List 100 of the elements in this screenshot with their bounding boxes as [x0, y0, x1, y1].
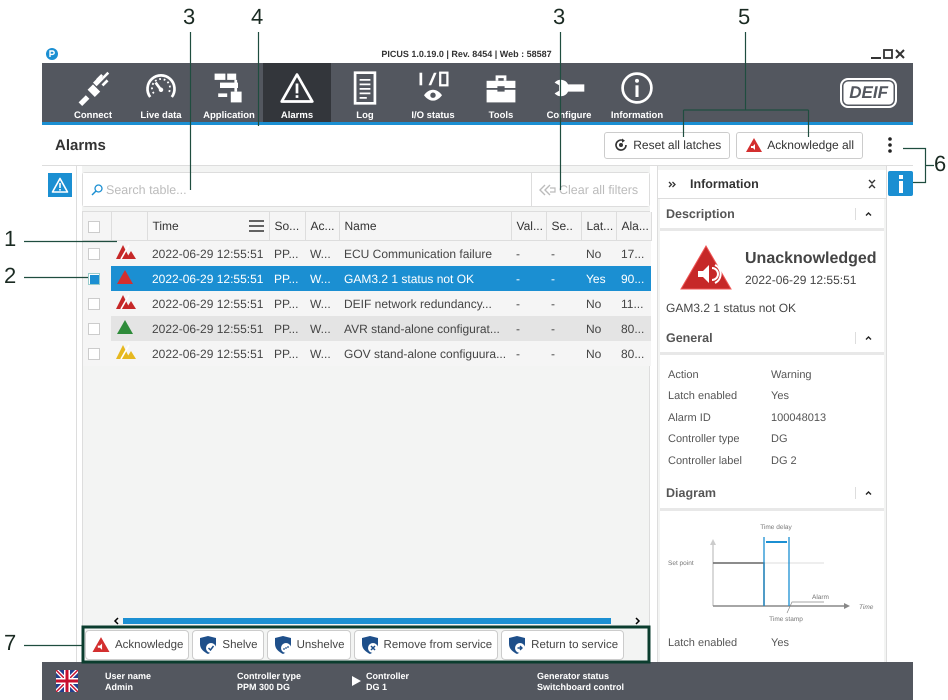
info-icon	[619, 70, 655, 106]
alarms-filter-button[interactable]	[48, 173, 72, 197]
caret-icon[interactable]	[855, 332, 872, 344]
section-title: Diagram	[666, 486, 718, 500]
reset-icon	[613, 137, 630, 153]
action-button[interactable]: Remove from service	[354, 630, 498, 660]
table-cell: PP...	[269, 266, 305, 291]
status-label: Controller type	[237, 670, 302, 680]
info-button[interactable]	[888, 171, 913, 196]
callout-number: 2	[4, 263, 16, 289]
table-cell: PP...	[269, 316, 305, 341]
table-cell: 2022-06-29 12:55:51	[147, 291, 269, 316]
status-label: Generator status	[537, 670, 610, 680]
column-header[interactable]: Lat...	[586, 219, 614, 233]
action-button[interactable]: Shelve	[192, 630, 264, 660]
nav-tab[interactable]: Information	[603, 63, 671, 122]
warning-icon	[51, 177, 69, 193]
property-label: Controller type	[668, 433, 741, 446]
nav-tab[interactable]: Connect	[59, 63, 127, 122]
column-header[interactable]: Ala...	[622, 219, 649, 233]
callout-number: 5	[738, 4, 750, 30]
scroll-left-icon[interactable]	[113, 617, 119, 625]
row-checkbox[interactable]	[88, 273, 100, 286]
action-button[interactable]: Return to service	[501, 630, 624, 660]
leader-line	[24, 276, 88, 278]
close-icon[interactable]	[895, 49, 905, 59]
column-header[interactable]: Ac...	[310, 219, 335, 233]
more-options-icon[interactable]	[888, 137, 892, 153]
status-value: Admin	[105, 682, 134, 692]
table-cell: No	[581, 291, 616, 316]
nav-tab[interactable]: Alarms	[263, 63, 331, 122]
table-cell: -	[511, 266, 546, 291]
row-checkbox[interactable]	[88, 298, 100, 310]
uk-flag-icon[interactable]	[56, 670, 78, 692]
property-label: Latch enabled	[668, 637, 738, 650]
property-value: Warning	[771, 368, 812, 381]
property-value: 100048013	[771, 412, 826, 424]
property-value: DG 2	[771, 454, 797, 467]
shield-cross-icon	[360, 634, 380, 654]
alarm-description: GAM3.2 1 status not OK	[666, 301, 798, 315]
info-icon	[896, 174, 904, 192]
shield-check-icon	[198, 634, 218, 654]
table-cell: -	[546, 316, 581, 341]
action-button[interactable]: Acknowledge	[85, 630, 190, 660]
table-cell: -	[546, 291, 581, 316]
caret-icon[interactable]	[855, 208, 872, 220]
nav-tab[interactable]: Tools	[467, 63, 535, 122]
status-label: User name	[105, 670, 152, 680]
leader-line	[902, 148, 935, 184]
table-cell: W...	[305, 316, 339, 341]
alarm-speaker-icon	[745, 137, 764, 153]
table-cell: 11...	[616, 291, 651, 316]
row-checkbox[interactable]	[88, 323, 100, 336]
nav-tab[interactable]: Live data	[127, 63, 195, 122]
status-value: Switchboard control	[537, 682, 624, 692]
table-cell: 80...	[616, 316, 651, 341]
maximize-icon[interactable]	[883, 49, 893, 59]
table-cell: 2022-06-29 12:55:51	[147, 240, 269, 266]
table-cell: ECU Communication failure	[339, 240, 511, 266]
menu-icon[interactable]	[248, 220, 264, 232]
callout-number: 3	[553, 4, 566, 30]
table-cell: -	[546, 240, 581, 266]
scroll-right-icon[interactable]	[635, 617, 641, 625]
nav-tab[interactable]: I/O status	[399, 63, 467, 122]
status-value: PPM 300 DG	[237, 682, 292, 692]
action-button[interactable]: Unshelve	[266, 630, 351, 660]
table-cell: DEIF network redundancy...	[339, 291, 511, 316]
status-value: DG 1	[366, 682, 388, 692]
column-header[interactable]: Name	[344, 219, 377, 233]
select-all-checkbox[interactable]	[88, 220, 100, 233]
table-cell: 2022-06-29 12:55:51	[147, 266, 269, 291]
leader-line	[24, 644, 82, 646]
section-title: General	[666, 330, 714, 344]
nav-tab[interactable]: Configure	[535, 63, 603, 122]
property-label: Latch enabled	[668, 390, 738, 402]
table-cell: No	[581, 240, 616, 266]
table-cell: 2022-06-29 12:55:51	[147, 316, 269, 341]
table-cell: W...	[305, 240, 339, 266]
table-cell: W...	[305, 291, 339, 316]
row-checkbox[interactable]	[88, 248, 100, 260]
property-value: Yes	[771, 637, 789, 650]
table-cell: Yes	[581, 266, 616, 291]
alarm-speaker-icon	[91, 636, 111, 653]
toolbar-button[interactable]: Reset all latches	[604, 132, 730, 158]
nav-tab[interactable]: Log	[331, 63, 399, 122]
toolbar-button[interactable]: Acknowledge all	[736, 132, 863, 158]
status-label: Controller	[366, 670, 410, 680]
column-header[interactable]: Val...	[516, 219, 543, 233]
table-cell: -	[511, 316, 546, 341]
row-checkbox[interactable]	[88, 348, 100, 360]
column-header[interactable]: So...	[274, 219, 300, 233]
collapse-icon[interactable]	[868, 179, 876, 189]
nav-tab[interactable]: Application	[195, 63, 263, 122]
column-header[interactable]: Se..	[552, 219, 573, 233]
column-header[interactable]: Time	[152, 219, 179, 233]
table-cell: -	[511, 291, 546, 316]
table-cell: PP...	[269, 291, 305, 316]
expand-double-arrow-icon[interactable]	[668, 180, 676, 188]
caret-icon[interactable]	[855, 487, 872, 499]
table-cell: 90...	[616, 266, 651, 291]
